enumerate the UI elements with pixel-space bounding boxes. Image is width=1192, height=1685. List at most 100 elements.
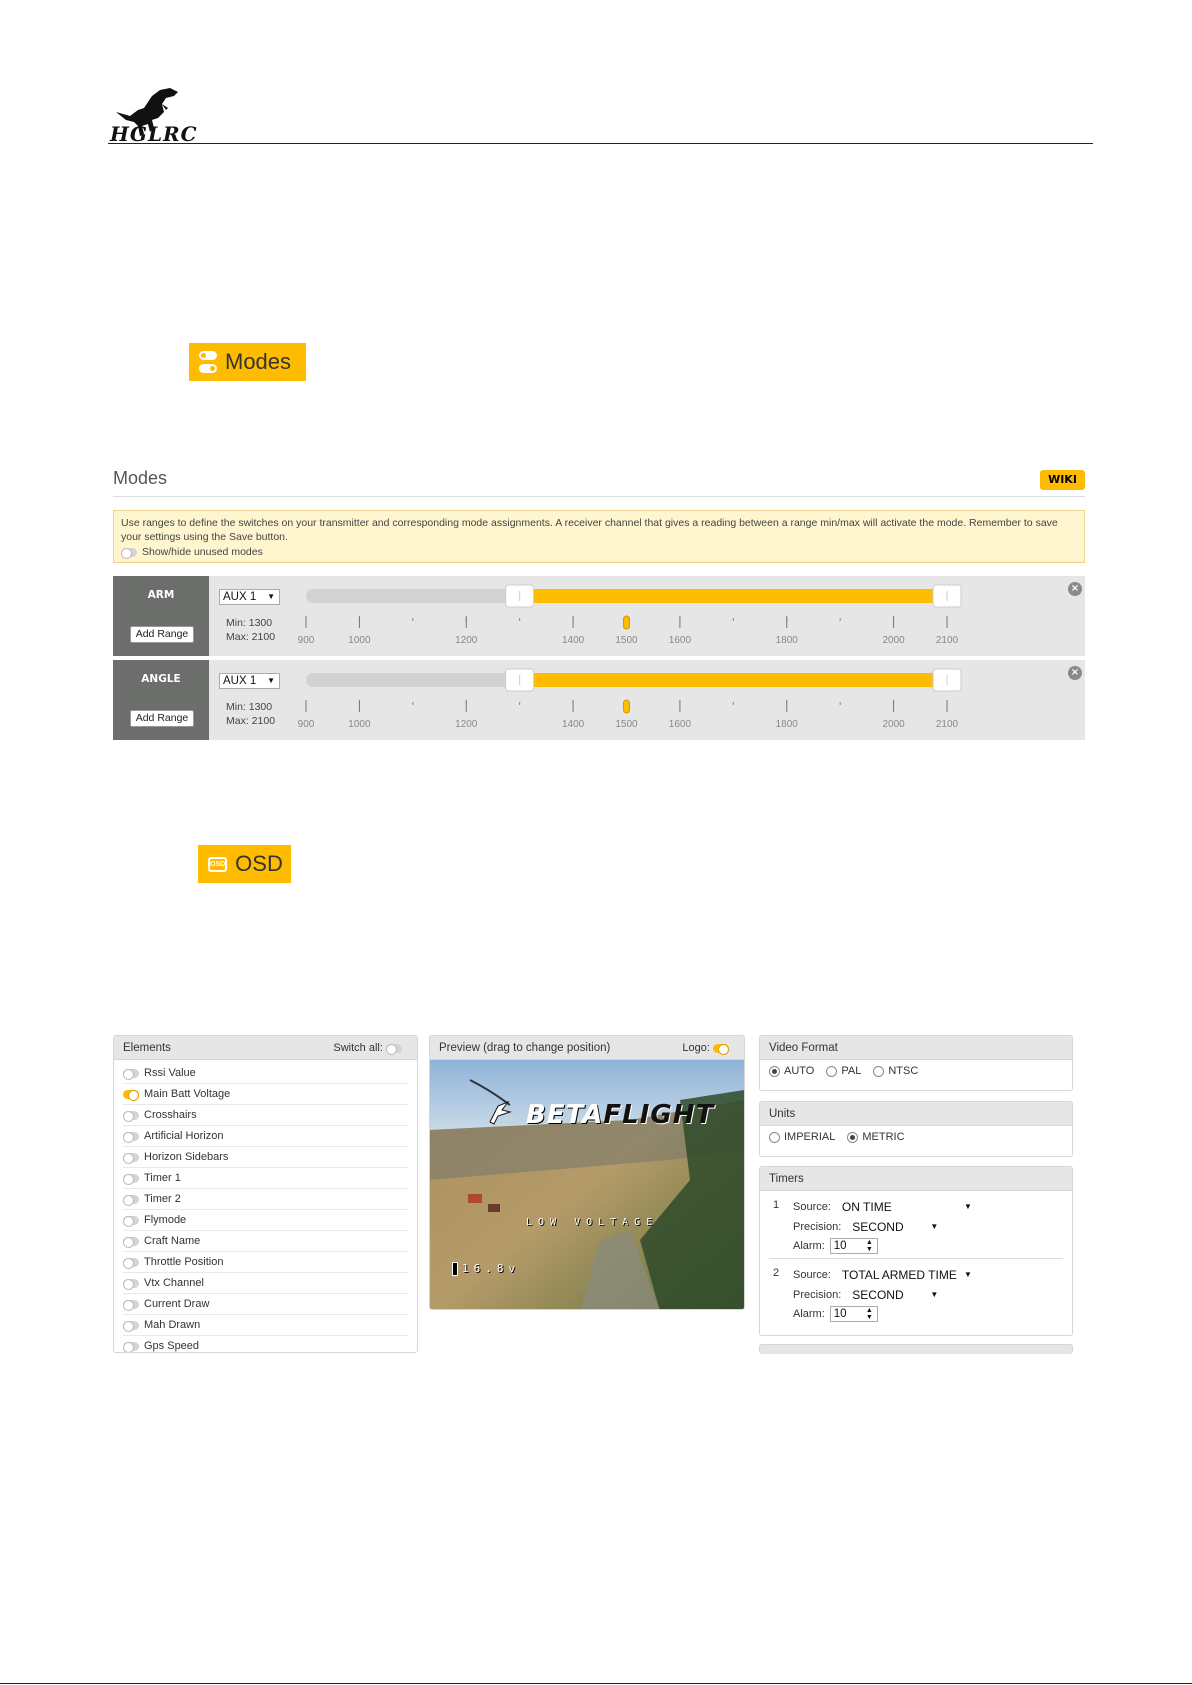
remove-range-icon[interactable]: × xyxy=(1068,582,1082,596)
units-panel: Units IMPERIAL METRIC xyxy=(759,1101,1073,1157)
modes-title: Modes xyxy=(113,468,168,488)
tick-label: 1500 xyxy=(615,719,638,730)
toggle-switch-icon xyxy=(199,351,217,373)
channel-value-marker xyxy=(623,699,630,714)
footer-divider xyxy=(0,1683,1192,1684)
show-hide-toggle[interactable] xyxy=(121,547,137,559)
timer-source-label: Source: xyxy=(793,1269,831,1281)
next-panel-header xyxy=(759,1344,1073,1354)
element-toggle[interactable] xyxy=(123,1341,139,1352)
osd-element-item[interactable]: Timer 1 xyxy=(123,1168,408,1189)
timer-source-select[interactable]: ON TIME ▼ xyxy=(835,1199,976,1215)
osd-element-item[interactable]: Crosshairs xyxy=(123,1105,408,1126)
radio-label: AUTO xyxy=(784,1065,815,1077)
remove-range-icon[interactable]: × xyxy=(1068,666,1082,680)
timer-alarm-label: Alarm: xyxy=(793,1240,825,1252)
timer-precision-label: Precision: xyxy=(793,1221,842,1233)
element-toggle[interactable] xyxy=(123,1131,139,1143)
osd-element-item[interactable]: Horizon Sidebars xyxy=(123,1147,408,1168)
element-toggle[interactable] xyxy=(123,1257,139,1269)
video-format-header: Video Format xyxy=(760,1036,1072,1060)
tick-label: 1800 xyxy=(776,719,799,730)
element-toggle[interactable] xyxy=(123,1110,139,1122)
osd-warning-text: LOW VOLTAGE xyxy=(526,1217,659,1228)
osd-element-item[interactable]: Current Draw xyxy=(123,1294,408,1315)
mode-label-column: ARM Add Range xyxy=(113,576,209,656)
battery-icon xyxy=(452,1262,458,1276)
tick-label: 900 xyxy=(298,635,315,646)
radio-label: NTSC xyxy=(888,1065,919,1077)
osd-preview-canvas[interactable]: BETAFLIGHT LOW VOLTAGE 16.8v xyxy=(430,1060,744,1309)
osd-element-item[interactable]: Gps Speed xyxy=(123,1336,408,1352)
tick-label: 1200 xyxy=(455,719,478,730)
osd-element-item[interactable]: Timer 2 xyxy=(123,1189,408,1210)
timer-1: 1 Source: ON TIME ▼ Precision: SECOND ▼ Alar… xyxy=(769,1199,1063,1259)
timer-precision-select[interactable]: SECOND ▼ xyxy=(846,1287,943,1303)
switch-all-toggle[interactable] xyxy=(386,1043,402,1055)
osd-element-item[interactable]: Flymode xyxy=(123,1210,408,1231)
mode-row-arm: ARM Add Range AUX 1 ▼ Min: 1300 Max: 2100… xyxy=(113,576,1085,656)
osd-voltage-text[interactable]: 16.8v xyxy=(452,1262,520,1276)
elements-list: Rssi Value Main Batt Voltage Crosshairs Art… xyxy=(114,1060,417,1352)
element-toggle[interactable] xyxy=(123,1299,139,1311)
osd-element-item[interactable]: Vtx Channel xyxy=(123,1273,408,1294)
timer-source-select[interactable]: TOTAL ARMED TIME ▼ xyxy=(835,1267,976,1283)
osd-tab-label: OSD xyxy=(235,851,283,876)
osd-element-item[interactable]: Main Batt Voltage xyxy=(123,1084,408,1105)
element-toggle[interactable] xyxy=(123,1173,139,1185)
element-toggle[interactable] xyxy=(123,1068,139,1080)
radio-button[interactable] xyxy=(769,1131,780,1143)
osd-element-item[interactable]: Throttle Position xyxy=(123,1252,408,1273)
mode-name: ARM xyxy=(147,589,175,601)
logo-toggle[interactable] xyxy=(713,1043,729,1055)
element-label: Throttle Position xyxy=(144,1256,224,1268)
add-range-button[interactable]: Add Range xyxy=(130,626,194,643)
element-toggle[interactable] xyxy=(123,1278,139,1290)
channel-value-marker xyxy=(623,615,630,630)
timer-source-value: ON TIME xyxy=(841,1200,892,1214)
timer-alarm-input[interactable]: 10 ▲ ▼ xyxy=(829,1238,878,1254)
switch-all: Switch all: xyxy=(333,1036,407,1060)
spinner-arrows-icon: ▲ ▼ xyxy=(865,1239,873,1253)
chevron-down-icon: ▼ xyxy=(964,1270,972,1279)
preview-title: Preview (drag to change position) xyxy=(439,1042,611,1054)
tick-label: 1400 xyxy=(562,635,585,646)
modes-tab-button[interactable]: Modes xyxy=(189,343,306,381)
element-toggle[interactable] xyxy=(123,1215,139,1227)
betaflight-logo-icon xyxy=(486,1100,512,1125)
radio-button[interactable] xyxy=(847,1131,859,1143)
osd-element-item[interactable]: Artificial Horizon xyxy=(123,1126,408,1147)
elements-header: Elements Switch all: xyxy=(114,1036,417,1060)
timer-alarm-value: 10 xyxy=(833,1308,847,1320)
wiki-button[interactable]: WIKI xyxy=(1040,470,1085,490)
timer-2: 2 Source: TOTAL ARMED TIME ▼ Precision: SEC… xyxy=(769,1267,1063,1327)
element-toggle[interactable] xyxy=(123,1320,139,1332)
video-format-panel: Video Format AUTO PAL NTSC xyxy=(759,1035,1073,1091)
element-label: Mah Drawn xyxy=(144,1319,201,1331)
element-toggle[interactable] xyxy=(123,1089,139,1101)
radio-button[interactable] xyxy=(873,1065,885,1077)
element-toggle[interactable] xyxy=(123,1194,139,1206)
betaflight-logo-text: BETAFLIGHT xyxy=(526,1100,714,1130)
tick-label: 2000 xyxy=(882,635,905,646)
osd-element-item[interactable]: Mah Drawn xyxy=(123,1315,408,1336)
modes-help-note: Use ranges to define the switches on you… xyxy=(113,510,1085,563)
tick-label: 1000 xyxy=(348,719,371,730)
osd-element-item[interactable]: Craft Name xyxy=(123,1231,408,1252)
element-toggle[interactable] xyxy=(123,1236,139,1248)
radio-button[interactable] xyxy=(769,1065,780,1077)
tick-label: 2000 xyxy=(882,719,905,730)
add-range-button[interactable]: Add Range xyxy=(130,710,194,727)
logo-label: Logo: xyxy=(682,1042,710,1054)
osd-element-item[interactable]: Rssi Value xyxy=(123,1063,408,1084)
element-toggle[interactable] xyxy=(123,1152,139,1164)
timer-precision-select[interactable]: SECOND ▼ xyxy=(846,1219,943,1235)
timer-alarm-input[interactable]: 10 ▲ ▼ xyxy=(829,1306,878,1322)
mode-label-column: ANGLE Add Range xyxy=(113,660,209,740)
range-slider[interactable]: 900 1000 1200 1400 1500 1600 1800 2000 2100 xyxy=(209,660,1085,740)
osd-tab-button[interactable]: OSD OSD xyxy=(198,845,291,883)
range-slider[interactable]: 900 1000 1200 1400 1500 1600 1800 2000 2100 xyxy=(209,576,1085,656)
units-options: IMPERIAL METRIC xyxy=(760,1126,1072,1148)
radio-button[interactable] xyxy=(826,1065,838,1077)
units-header: Units xyxy=(760,1102,1072,1126)
